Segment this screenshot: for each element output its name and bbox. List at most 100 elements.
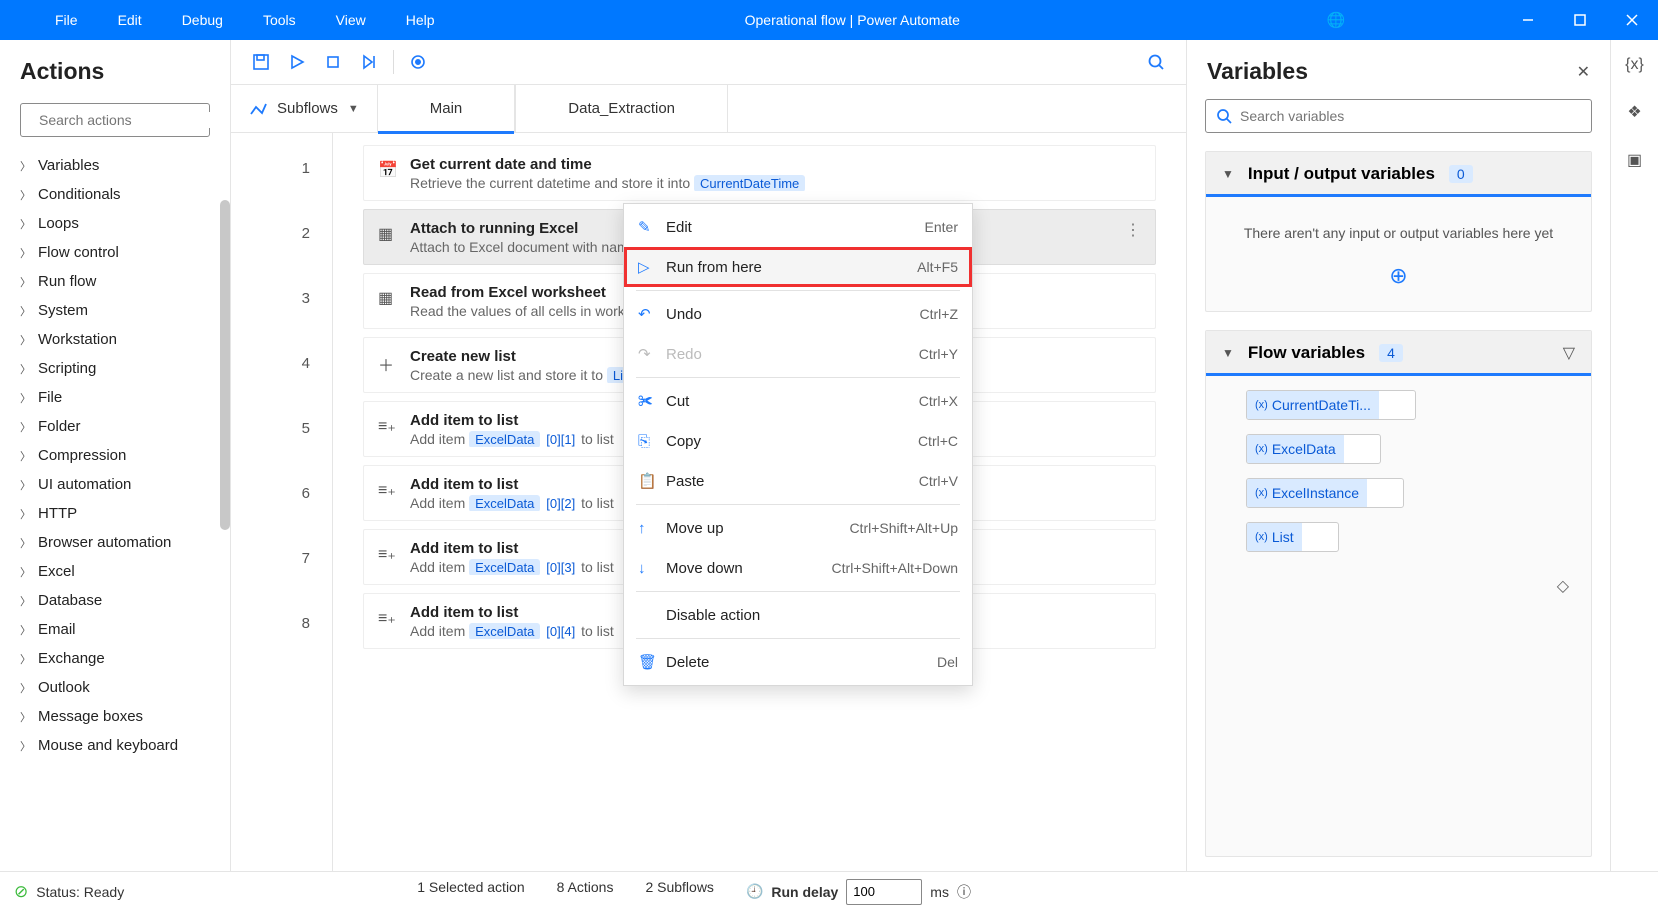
run-button[interactable]	[279, 44, 315, 80]
io-count-badge: 0	[1449, 165, 1473, 183]
action-category-browser-automation[interactable]: 〉Browser automation	[0, 528, 230, 557]
action-category-scripting[interactable]: 〉Scripting	[0, 354, 230, 383]
layers-rail-icon[interactable]: ❖	[1627, 102, 1641, 122]
context-delete[interactable]: 🗑DeleteDel	[624, 642, 972, 682]
action-category-database[interactable]: 〉Database	[0, 586, 230, 615]
action-category-ui-automation[interactable]: 〉UI automation	[0, 470, 230, 499]
status-actions: 8 Actions	[557, 879, 614, 905]
flow-variables-header[interactable]: ▼ Flow variables 4 ▽	[1206, 331, 1591, 376]
flow-step[interactable]: 📅Get current date and timeRetrieve the c…	[363, 145, 1156, 201]
action-category-outlook[interactable]: 〉Outlook	[0, 673, 230, 702]
actions-panel: Actions 〉Variables〉Conditionals〉Loops〉Fl…	[0, 40, 231, 871]
action-category-flow-control[interactable]: 〉Flow control	[0, 238, 230, 267]
line-number: 8	[231, 610, 332, 675]
context-move-up[interactable]: ↑Move upCtrl+Shift+Alt+Up	[624, 508, 972, 548]
info-icon[interactable]: ⓘ	[957, 882, 971, 902]
variables-search-input[interactable]	[1240, 108, 1581, 124]
tab-main[interactable]: Main	[377, 85, 516, 133]
stop-button[interactable]	[315, 44, 351, 80]
action-category-mouse-and-keyboard[interactable]: 〉Mouse and keyboard	[0, 731, 230, 760]
search-flow-button[interactable]	[1138, 44, 1174, 80]
variables-heading: Variables	[1207, 58, 1577, 85]
save-button[interactable]	[243, 44, 279, 80]
maximize-button[interactable]	[1554, 0, 1606, 40]
menu-debug[interactable]: Debug	[182, 12, 223, 28]
variable-chip-exceldata[interactable]: (x) ExcelData	[1246, 434, 1381, 464]
menu-help[interactable]: Help	[406, 12, 435, 28]
action-category-email[interactable]: 〉Email	[0, 615, 230, 644]
action-category-file[interactable]: 〉File	[0, 383, 230, 412]
context-menu: ✎EditEnter▷Run from hereAlt+F5 ↶UndoCtrl+…	[623, 203, 973, 686]
action-category-http[interactable]: 〉HTTP	[0, 499, 230, 528]
line-number: 4	[231, 350, 332, 415]
toolbar	[231, 40, 1186, 85]
flow-count-badge: 4	[1379, 344, 1403, 362]
variable-chip-excelinstance[interactable]: (x) ExcelInstance	[1246, 478, 1404, 508]
images-rail-icon[interactable]: ▣	[1627, 150, 1642, 170]
action-category-folder[interactable]: 〉Folder	[0, 412, 230, 441]
variables-panel: Variables ✕ ▼ Input / output variables 0…	[1186, 40, 1610, 871]
step-button[interactable]	[351, 44, 387, 80]
menu-edit[interactable]: Edit	[118, 12, 142, 28]
close-button[interactable]	[1606, 0, 1658, 40]
run-delay-input[interactable]	[846, 879, 922, 905]
menu-file[interactable]: File	[55, 12, 78, 28]
tab-data_extraction[interactable]: Data_Extraction	[515, 85, 728, 133]
action-category-excel[interactable]: 〉Excel	[0, 557, 230, 586]
context-undo[interactable]: ↶UndoCtrl+Z	[624, 294, 972, 334]
record-button[interactable]	[400, 44, 436, 80]
actions-heading: Actions	[0, 40, 230, 97]
line-number: 7	[231, 545, 332, 610]
status-selected: 1 Selected action	[417, 879, 524, 905]
minimize-button[interactable]	[1502, 0, 1554, 40]
context-disable-action[interactable]: Disable action	[624, 595, 972, 635]
context-move-down[interactable]: ↓Move downCtrl+Shift+Alt+Down	[624, 548, 972, 588]
eraser-icon[interactable]: ◇	[1206, 576, 1591, 604]
context-paste[interactable]: 📋PasteCtrl+V	[624, 461, 972, 501]
action-category-workstation[interactable]: 〉Workstation	[0, 325, 230, 354]
menu-tools[interactable]: Tools	[263, 12, 296, 28]
filter-icon[interactable]: ▽	[1563, 343, 1575, 363]
flow-variables-title: Flow variables	[1248, 343, 1365, 363]
titlebar: File Edit Debug Tools View Help Operational f…	[0, 0, 1658, 40]
menu-view[interactable]: View	[336, 12, 366, 28]
actions-search[interactable]	[20, 103, 210, 137]
tabs-row: Subflows ▼ MainData_Extraction	[231, 85, 1186, 133]
run-delay-label: Run delay	[771, 884, 838, 900]
line-number: 3	[231, 285, 332, 350]
status-subflows: 2 Subflows	[645, 879, 713, 905]
action-category-exchange[interactable]: 〉Exchange	[0, 644, 230, 673]
context-edit[interactable]: ✎EditEnter	[624, 207, 972, 247]
subflows-button[interactable]: Subflows ▼	[231, 100, 377, 118]
statusbar: ⊘ Status: Ready 1 Selected action 8 Acti…	[0, 871, 1658, 911]
variable-chip-list[interactable]: (x) List	[1246, 522, 1339, 552]
variable-chip-currentdateti[interactable]: (x) CurrentDateTi...	[1246, 390, 1416, 420]
action-category-variables[interactable]: 〉Variables	[0, 151, 230, 180]
action-category-compression[interactable]: 〉Compression	[0, 441, 230, 470]
io-variables-header[interactable]: ▼ Input / output variables 0	[1206, 152, 1591, 197]
action-category-loops[interactable]: 〉Loops	[0, 209, 230, 238]
action-category-conditionals[interactable]: 〉Conditionals	[0, 180, 230, 209]
globe-icon[interactable]: 🌐	[1310, 0, 1362, 40]
add-io-variable-button[interactable]: ⊕	[1206, 263, 1591, 311]
action-category-message-boxes[interactable]: 〉Message boxes	[0, 702, 230, 731]
variable-rail-icon[interactable]: {x}	[1625, 56, 1644, 74]
actions-search-input[interactable]	[39, 112, 220, 128]
context-cut[interactable]: ✀CutCtrl+X	[624, 381, 972, 421]
io-variables-title: Input / output variables	[1248, 164, 1435, 184]
line-number: 6	[231, 480, 332, 545]
close-variables-button[interactable]: ✕	[1577, 62, 1590, 82]
context-copy[interactable]: ⎘CopyCtrl+C	[624, 421, 972, 461]
action-category-system[interactable]: 〉System	[0, 296, 230, 325]
status-ready: Status: Ready	[36, 884, 124, 900]
action-category-run-flow[interactable]: 〉Run flow	[0, 267, 230, 296]
line-number: 5	[231, 415, 332, 480]
right-rail: {x} ❖ ▣	[1610, 40, 1658, 871]
clock-icon: 🕘	[746, 883, 763, 900]
context-run-from-here[interactable]: ▷Run from hereAlt+F5	[624, 247, 972, 287]
window-title: Operational flow | Power Automate	[435, 12, 1310, 28]
context-redo: ↷RedoCtrl+Y	[624, 334, 972, 374]
scrollbar[interactable]	[220, 200, 230, 530]
variables-search[interactable]	[1205, 99, 1592, 133]
subflows-label: Subflows	[277, 100, 338, 117]
